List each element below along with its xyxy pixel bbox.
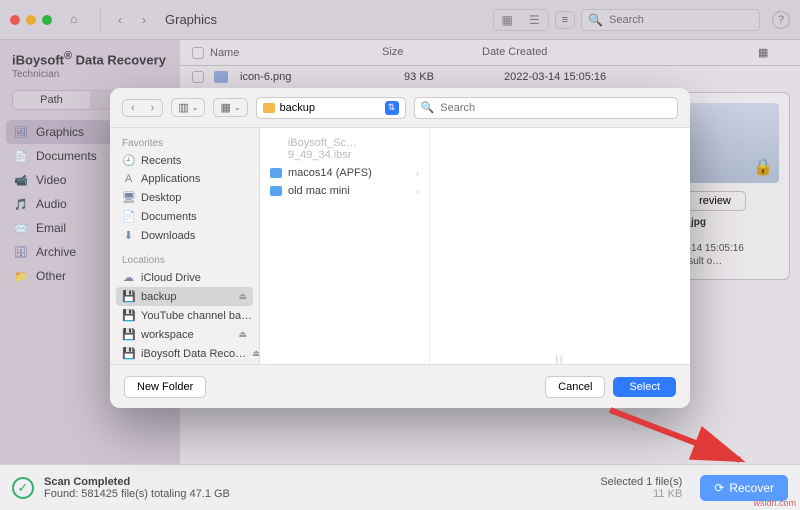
column-item[interactable]: old mac mini› xyxy=(260,182,429,200)
scan-status-detail: Found: 581425 file(s) totaling 47.1 GB xyxy=(44,488,590,500)
toolbar-search[interactable]: 🔍 xyxy=(581,9,760,31)
file-row[interactable]: icon-6.png 93 KB 2022-03-14 15:05:16 xyxy=(180,66,800,88)
column-resize-handle[interactable]: || xyxy=(556,354,565,364)
eject-icon[interactable]: ⏏ xyxy=(258,310,259,321)
locations-header: Locations xyxy=(110,251,259,268)
sidebar-icon: ⬇ xyxy=(122,229,135,242)
app-title: iBoysoft® Data Recovery xyxy=(0,48,180,69)
sidebar-item[interactable]: 🖥Desktop xyxy=(110,188,259,207)
view-mode-segment[interactable]: ▦ ☰ xyxy=(493,9,549,31)
sidebar-item[interactable]: 💾YouTube channel ba…⏏ xyxy=(110,306,259,325)
sidebar-item[interactable]: AApplications xyxy=(110,170,259,188)
category-icon: 🖼 xyxy=(14,126,28,138)
chevron-updown-icon: ⇅ xyxy=(385,101,399,115)
lock-icon: 🔒 xyxy=(753,157,773,177)
chevron-right-icon: › xyxy=(416,186,419,196)
selected-count: Selected 1 file(s) xyxy=(600,476,682,488)
category-icon: 📄 xyxy=(14,150,28,162)
sheet-column-1[interactable]: iBoysoft_Sc…9_49_34.ibsrmacos14 (APFS)›o… xyxy=(260,128,430,364)
save-panel-sheet: ‹› ▥ ⌄ ▦ ⌄ backup ⇅ 🔍 Favorites 🕘Recents… xyxy=(110,88,690,408)
col-preview-toggle[interactable]: ▦ xyxy=(758,46,788,59)
column-item[interactable]: macos14 (APFS)› xyxy=(260,164,429,182)
favorites-header: Favorites xyxy=(110,134,259,151)
eject-icon[interactable]: ⏏ xyxy=(252,348,259,359)
help-icon[interactable]: ? xyxy=(772,11,790,29)
list-header: Name Size Date Created ▦ xyxy=(180,40,800,66)
sheet-sidebar: Favorites 🕘RecentsAApplications🖥Desktop📄… xyxy=(110,128,260,364)
folder-icon xyxy=(263,103,275,113)
toolbar-filter-icon[interactable]: ≡ xyxy=(555,11,575,29)
select-all-checkbox[interactable] xyxy=(192,47,204,59)
sheet-view-group[interactable]: ▦ ⌄ xyxy=(213,98,247,117)
home-icon[interactable]: ⌂ xyxy=(70,12,86,28)
list-view-icon: ☰ xyxy=(521,10,548,30)
nav-forward-icon[interactable]: › xyxy=(135,13,153,27)
folder-icon xyxy=(270,168,282,178)
sidebar-icon: 💾 xyxy=(122,328,135,341)
selected-size: 11 KB xyxy=(600,488,682,500)
sheet-back-icon: ‹ xyxy=(123,100,143,116)
category-icon: 📁 xyxy=(14,270,28,282)
traffic-lights[interactable] xyxy=(10,15,52,25)
new-folder-button[interactable]: New Folder xyxy=(124,376,206,398)
sidebar-item[interactable]: 📄Documents xyxy=(110,207,259,226)
row-checkbox[interactable] xyxy=(192,71,204,83)
eject-icon[interactable]: ⏏ xyxy=(238,329,247,340)
window-toolbar: ⌂ ‹ › Graphics ▦ ☰ ≡ 🔍 ? xyxy=(0,0,800,40)
grid-view-icon: ▦ xyxy=(494,10,521,30)
sidebar-item[interactable]: ⬇Downloads xyxy=(110,226,259,245)
col-size[interactable]: Size xyxy=(382,46,482,59)
recover-button[interactable]: ⟳ Recover xyxy=(700,475,788,501)
sheet-forward-icon: › xyxy=(143,100,163,116)
col-date[interactable]: Date Created xyxy=(482,46,758,59)
status-footer: ✓ Scan Completed Found: 581425 file(s) t… xyxy=(0,464,800,510)
search-icon: 🔍 xyxy=(421,101,435,114)
scan-status-title: Scan Completed xyxy=(44,476,590,488)
sidebar-icon: 💾 xyxy=(122,309,135,322)
sidebar-icon: 🕘 xyxy=(122,154,135,167)
folder-icon xyxy=(270,186,282,196)
eject-icon[interactable]: ⏏ xyxy=(238,291,247,302)
category-icon: 📹 xyxy=(14,174,28,186)
recover-icon: ⟳ xyxy=(714,481,724,495)
sidebar-item[interactable]: 💾iBoysoft Data Reco…⏏ xyxy=(110,344,259,363)
sheet-column-2[interactable]: || xyxy=(430,128,690,364)
sheet-search-input[interactable] xyxy=(438,101,671,115)
category-icon: 🗄 xyxy=(14,246,28,258)
scan-complete-icon: ✓ xyxy=(12,477,34,499)
sidebar-icon: 📄 xyxy=(122,210,135,223)
sheet-view-columns[interactable]: ▥ ⌄ xyxy=(171,98,205,117)
cancel-button[interactable]: Cancel xyxy=(545,376,605,398)
sidebar-item[interactable]: 🕘Recents xyxy=(110,151,259,170)
sheet-toolbar: ‹› ▥ ⌄ ▦ ⌄ backup ⇅ 🔍 xyxy=(110,88,690,128)
col-name[interactable]: Name xyxy=(210,47,239,59)
watermark: wsldn.com xyxy=(753,498,796,508)
nav-back-icon[interactable]: ‹ xyxy=(111,13,129,27)
tab-path[interactable]: Path xyxy=(13,91,90,109)
preview-button[interactable]: review xyxy=(684,191,746,211)
toolbar-search-input[interactable] xyxy=(607,13,753,27)
category-icon: ✉️ xyxy=(14,222,28,234)
sidebar-item[interactable]: 💾backup⏏ xyxy=(116,287,253,306)
sidebar-item[interactable]: 💾workspace⏏ xyxy=(110,325,259,344)
sidebar-icon: 🖥 xyxy=(122,191,135,204)
sidebar-icon: 💾 xyxy=(122,347,135,360)
category-icon: 🎵 xyxy=(14,198,28,210)
sheet-column-browser: iBoysoft_Sc…9_49_34.ibsrmacos14 (APFS)›o… xyxy=(260,128,690,364)
location-title: Graphics xyxy=(165,12,217,27)
sheet-location-popup[interactable]: backup ⇅ xyxy=(256,97,406,119)
sheet-bottom-bar: New Folder Cancel Select xyxy=(110,364,690,408)
sidebar-icon: ☁ xyxy=(122,271,135,284)
search-icon: 🔍 xyxy=(588,13,603,27)
file-icon xyxy=(214,71,228,83)
sidebar-item[interactable]: ☁iCloud Drive xyxy=(110,268,259,287)
chevron-right-icon: › xyxy=(416,168,419,178)
sheet-search[interactable]: 🔍 xyxy=(414,97,678,119)
sheet-nav[interactable]: ‹› xyxy=(122,99,163,117)
select-button[interactable]: Select xyxy=(613,377,676,397)
sidebar-icon: 💾 xyxy=(122,290,135,303)
sidebar-icon: A xyxy=(122,173,135,185)
column-item: iBoysoft_Sc…9_49_34.ibsr xyxy=(260,134,429,164)
